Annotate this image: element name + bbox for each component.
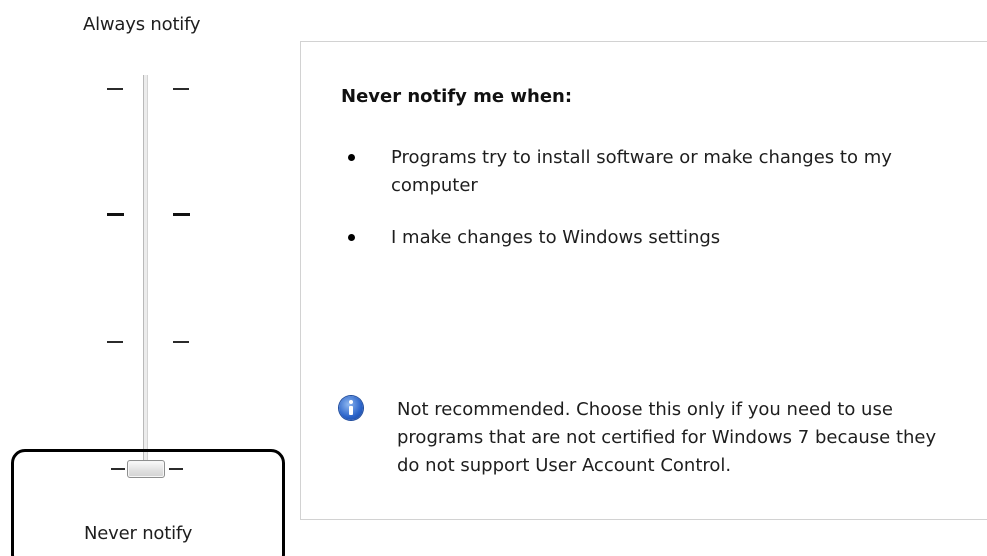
list-item-text: Programs try to install software or make… [391, 147, 892, 196]
highlight-annotation [11, 449, 285, 556]
list-item-text: I make changes to Windows settings [391, 227, 721, 248]
notification-level-slider-track[interactable] [143, 75, 148, 467]
always-notify-label: Always notify [83, 14, 201, 35]
bullet-icon [348, 154, 355, 161]
slider-tick-right [173, 88, 189, 90]
slider-tick-right [173, 341, 189, 343]
slider-tick-left [107, 88, 123, 90]
slider-tick-right [173, 213, 190, 216]
slider-tick-left [107, 341, 123, 343]
slider-tick-left [107, 213, 124, 216]
description-heading: Never notify me when: [341, 86, 573, 107]
uac-settings: Always notify Never notify Never notify … [0, 0, 987, 556]
info-note-text: Not recommended. Choose this only if you… [397, 399, 937, 476]
level-description-panel: Never notify me when: Programs try to in… [300, 41, 987, 520]
bullet-icon [348, 234, 355, 241]
info-icon [339, 396, 363, 420]
